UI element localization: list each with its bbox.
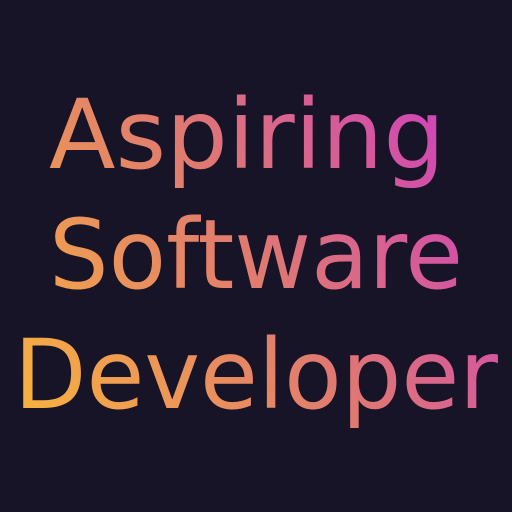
- headline-line-3: Developer: [14, 319, 499, 431]
- headline-art: Aspiring Software Developer: [14, 79, 499, 431]
- headline-line-1: Aspiring: [49, 79, 445, 191]
- title-card: Aspiring Software Developer: [0, 0, 512, 512]
- headline-line-2: Software: [49, 199, 463, 311]
